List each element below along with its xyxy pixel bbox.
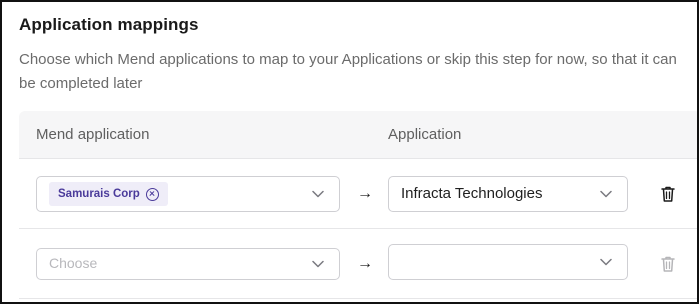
chevron-down-icon[interactable] bbox=[312, 260, 324, 268]
column-header-application: Application bbox=[388, 126, 462, 143]
selected-chip: Samurais Corp bbox=[49, 182, 168, 206]
arrow-right-icon: → bbox=[357, 185, 373, 202]
table-header: Mend application Application bbox=[19, 111, 697, 159]
chevron-down-icon[interactable] bbox=[312, 190, 324, 198]
select-placeholder: Choose bbox=[49, 255, 98, 271]
arrow-right-icon: → bbox=[357, 255, 373, 272]
mapping-row: Samurais Corp → Infracta Technologies bbox=[19, 159, 697, 229]
column-header-mend-application: Mend application bbox=[36, 126, 150, 143]
section-description: Choose which Mend applications to map to… bbox=[19, 51, 677, 92]
application-select[interactable] bbox=[388, 244, 628, 280]
mapping-row: Choose → bbox=[19, 229, 697, 299]
application-mappings-panel: Application mappings Choose which Mend a… bbox=[0, 0, 699, 304]
chevron-down-icon[interactable] bbox=[600, 258, 612, 266]
mend-application-select[interactable]: Choose bbox=[36, 248, 340, 280]
trash-icon bbox=[660, 255, 676, 273]
chip-label: Samurais Corp bbox=[58, 188, 140, 200]
application-value: Infracta Technologies bbox=[401, 185, 543, 202]
mappings-table: Mend application Application Samurais Co… bbox=[19, 111, 697, 302]
chevron-down-icon[interactable] bbox=[600, 190, 612, 198]
circle-x-icon[interactable] bbox=[145, 187, 159, 201]
mend-application-select[interactable]: Samurais Corp bbox=[36, 176, 340, 212]
trash-icon[interactable] bbox=[660, 185, 676, 203]
application-select[interactable]: Infracta Technologies bbox=[388, 176, 628, 212]
section-title: Application mappings bbox=[19, 15, 199, 34]
